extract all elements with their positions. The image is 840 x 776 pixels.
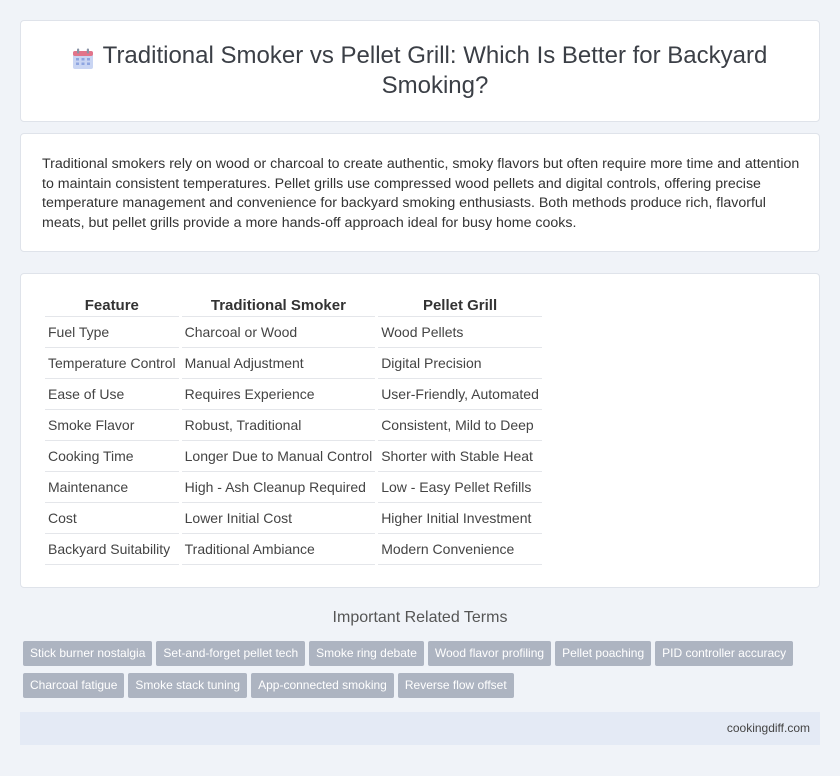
table-cell: Longer Due to Manual Control	[181, 441, 376, 472]
table-cell: Temperature Control	[45, 348, 179, 379]
footer: cookingdiff.com	[20, 712, 820, 745]
table-cell: Cost	[45, 503, 179, 534]
table-cell: Shorter with Stable Heat	[378, 441, 542, 472]
table-row: Fuel Type Charcoal or Wood Wood Pellets	[45, 317, 542, 348]
tag-stick-burner-nostalgia[interactable]: Stick burner nostalgia	[23, 641, 153, 666]
table-cell: High - Ash Cleanup Required	[181, 472, 376, 503]
tag-wood-flavor-profiling[interactable]: Wood flavor profiling	[427, 641, 552, 666]
footer-site-link[interactable]: cookingdiff.com	[727, 721, 810, 735]
tag-smoke-ring-debate[interactable]: Smoke ring debate	[309, 641, 424, 666]
table-cell: Robust, Traditional	[181, 410, 376, 441]
table-cell: Consistent, Mild to Deep	[378, 410, 542, 441]
table-cell: Backyard Suitability	[45, 534, 179, 565]
comparison-card: Feature Traditional Smoker Pellet Grill …	[20, 273, 820, 588]
header-card: Traditional Smoker vs Pellet Grill: Whic…	[20, 20, 820, 122]
intro-card: Traditional smokers rely on wood or char…	[20, 133, 820, 252]
table-row: Cost Lower Initial Cost Higher Initial I…	[45, 503, 542, 534]
table-cell: Modern Convenience	[378, 534, 542, 565]
column-header-feature: Feature	[45, 295, 179, 317]
table-cell: User-Friendly, Automated	[378, 379, 542, 410]
intro-paragraph: Traditional smokers rely on wood or char…	[42, 156, 800, 231]
table-row: Ease of Use Requires Experience User-Fri…	[45, 379, 542, 410]
table-cell: Manual Adjustment	[181, 348, 376, 379]
tag-set-and-forget-pellet-tech[interactable]: Set-and-forget pellet tech	[156, 641, 306, 666]
column-header-pellet-grill: Pellet Grill	[378, 295, 542, 317]
table-cell: Fuel Type	[45, 317, 179, 348]
tag-reverse-flow-offset[interactable]: Reverse flow offset	[397, 673, 514, 698]
table-cell: Higher Initial Investment	[378, 503, 542, 534]
table-header-row: Feature Traditional Smoker Pellet Grill	[45, 295, 542, 317]
table-cell: Wood Pellets	[378, 317, 542, 348]
table-cell: Lower Initial Cost	[181, 503, 376, 534]
table-row: Backyard Suitability Traditional Ambianc…	[45, 534, 542, 565]
table-cell: Maintenance	[45, 472, 179, 503]
tag-smoke-stack-tuning[interactable]: Smoke stack tuning	[128, 673, 248, 698]
table-row: Cooking Time Longer Due to Manual Contro…	[45, 441, 542, 472]
tag-pid-controller-accuracy[interactable]: PID controller accuracy	[655, 641, 794, 666]
table-cell: Smoke Flavor	[45, 410, 179, 441]
table-cell: Charcoal or Wood	[181, 317, 376, 348]
page-title: Traditional Smoker vs Pellet Grill: Whic…	[102, 42, 768, 99]
table-row: Maintenance High - Ash Cleanup Required …	[45, 472, 542, 503]
table-cell: Digital Precision	[378, 348, 542, 379]
tag-charcoal-fatigue[interactable]: Charcoal fatigue	[23, 673, 125, 698]
table-cell: Traditional Ambiance	[181, 534, 376, 565]
tag-app-connected-smoking[interactable]: App-connected smoking	[251, 673, 394, 698]
related-terms-list: Stick burner nostalgia Set-and-forget pel…	[23, 641, 823, 705]
comparison-table: Feature Traditional Smoker Pellet Grill …	[42, 295, 545, 565]
table-row: Temperature Control Manual Adjustment Di…	[45, 348, 542, 379]
table-cell: Cooking Time	[45, 441, 179, 472]
table-cell: Low - Easy Pellet Refills	[378, 472, 542, 503]
table-cell: Requires Experience	[181, 379, 376, 410]
table-cell: Ease of Use	[45, 379, 179, 410]
column-header-traditional-smoker: Traditional Smoker	[181, 295, 376, 317]
related-terms-heading: Important Related Terms	[332, 609, 508, 626]
table-row: Smoke Flavor Robust, Traditional Consist…	[45, 410, 542, 441]
tag-pellet-poaching[interactable]: Pellet poaching	[555, 641, 652, 666]
